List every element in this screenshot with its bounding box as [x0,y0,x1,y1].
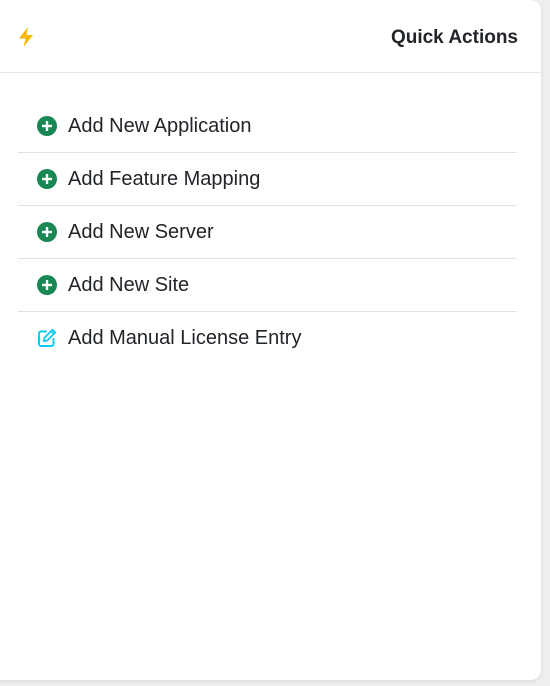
action-label: Add New Server [68,221,214,243]
lightning-icon [16,26,36,48]
plus-circle-icon [37,116,57,136]
action-label: Add New Application [68,115,252,137]
action-label: Add Feature Mapping [68,168,261,190]
action-label: Add Manual License Entry [68,327,302,349]
action-add-new-server[interactable]: Add New Server [18,206,517,259]
card-title: Quick Actions [390,27,518,48]
action-add-manual-license-entry[interactable]: Add Manual License Entry [18,312,517,365]
action-list: Add New Application Add Feature Mapping [18,100,517,365]
plus-circle-icon [37,169,57,189]
card-header: Quick Actions [0,0,541,73]
action-add-feature-mapping[interactable]: Add Feature Mapping [18,153,517,206]
action-add-new-site[interactable]: Add New Site [18,259,517,312]
action-add-new-application[interactable]: Add New Application [18,100,517,153]
action-label: Add New Site [68,274,190,296]
quick-actions-card: Quick Actions Add New Application Add Fe… [0,0,541,680]
edit-icon [37,328,57,348]
plus-circle-icon [37,275,57,295]
plus-circle-icon [37,222,57,242]
